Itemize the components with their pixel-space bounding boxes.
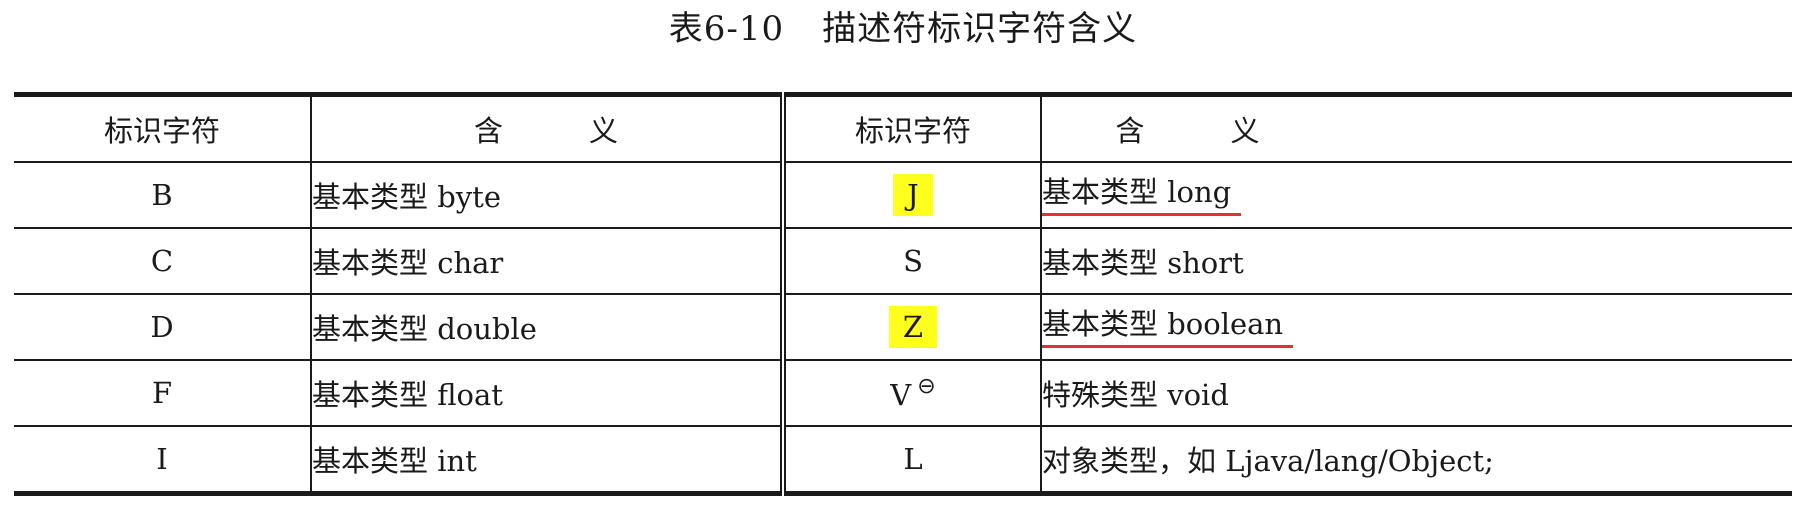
code-cell: S	[783, 227, 1041, 294]
code-cell: B	[14, 161, 312, 228]
code-cell: D	[14, 293, 312, 360]
meaning-cell: 基本类型 long	[1040, 161, 1792, 228]
header-meaning-left: 含义	[311, 94, 786, 162]
meaning-cell: 对象类型，如 Ljava/lang/Object;	[1040, 425, 1792, 494]
table-number: 表6-10	[668, 9, 785, 49]
table-row: D 基本类型 double Z 基本类型 boolean	[14, 293, 1792, 360]
code-cell: C	[14, 227, 312, 294]
header-meaning-char-2: 义	[1230, 114, 1260, 148]
code-cell: F	[14, 359, 312, 426]
code-cell: V ⊖	[783, 359, 1041, 426]
code-cell: L	[783, 425, 1041, 494]
header-code-left: 标识字符	[14, 94, 312, 162]
header-code-right: 标识字符	[854, 114, 971, 148]
footnote-mark-icon: ⊖	[917, 374, 936, 399]
header-meaning-char-2: 义	[589, 114, 619, 148]
meaning-cell: 基本类型 short	[1040, 227, 1792, 294]
table-row: C 基本类型 char S 基本类型 short	[14, 227, 1792, 294]
header-meaning-char-1: 含	[473, 114, 503, 148]
meaning-cell: 基本类型 float	[311, 359, 786, 426]
code-cell: I	[14, 425, 312, 494]
code-cell: J	[783, 161, 1041, 228]
underlined-meaning: 基本类型 boolean	[1043, 307, 1294, 348]
table-caption: 表6-10 描述符标识字符含义	[0, 0, 1806, 62]
meaning-cell: 基本类型 int	[311, 425, 786, 494]
header-meaning-char-1: 含	[1115, 114, 1145, 148]
table-row: F 基本类型 float V ⊖ 特殊类型 void	[14, 359, 1792, 426]
header-meaning-right: 含义	[1040, 94, 1333, 162]
table-row: B 基本类型 byte J 基本类型 long	[14, 161, 1792, 228]
meaning-cell: 基本类型 byte	[311, 161, 786, 228]
header-row: 标识字符 含义 标识字符 含义	[14, 94, 1792, 163]
code-text: V	[890, 378, 912, 412]
meaning-cell: 特殊类型 void	[1040, 359, 1792, 426]
spacer-cell	[1333, 95, 1792, 163]
code-cell: Z	[783, 293, 1041, 360]
highlighted-code: Z	[888, 306, 938, 348]
highlighted-code: J	[893, 174, 933, 216]
meaning-cell: 基本类型 char	[311, 227, 786, 294]
meaning-cell: 基本类型 double	[311, 293, 786, 360]
descriptor-table: 标识字符 含义 标识字符 含义 B 基本类型 byte J 基本类型 long …	[14, 92, 1792, 496]
table-title: 描述符标识字符含义	[822, 9, 1138, 49]
meaning-cell: 基本类型 boolean	[1040, 293, 1792, 360]
table-row: I 基本类型 int L 对象类型，如 Ljava/lang/Object;	[14, 425, 1792, 494]
underlined-meaning: 基本类型 long	[1043, 175, 1242, 216]
